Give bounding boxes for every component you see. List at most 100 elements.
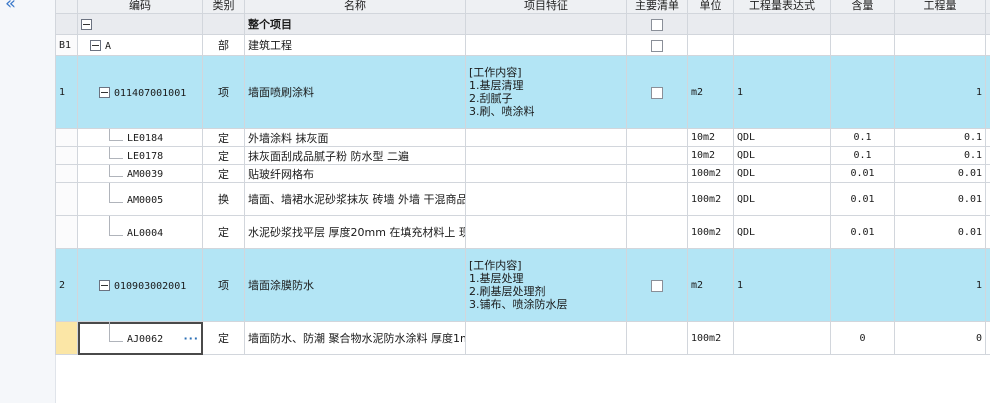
expr-header[interactable]: 工程量表达式: [733, 0, 831, 14]
name-cell[interactable]: 外墙涂料 抹灰面: [244, 128, 466, 147]
code-cell[interactable]: LE0178: [77, 146, 203, 165]
name-cell[interactable]: 整个项目: [244, 13, 466, 35]
feature-cell[interactable]: [465, 146, 627, 165]
collapse-icon[interactable]: [99, 87, 110, 98]
name-cell[interactable]: 墙面喷刷涂料: [244, 55, 466, 129]
expr-cell[interactable]: QDL: [733, 215, 831, 249]
unit-cell[interactable]: 100m2: [687, 164, 734, 183]
qty-cell[interactable]: 0.1: [894, 146, 986, 165]
expr-cell[interactable]: QDL: [733, 182, 831, 216]
table-row-item[interactable]: 1 011407001001 项 墙面喷刷涂料 [工作内容] 1.基层清理 2.…: [55, 55, 990, 129]
main-list-cell[interactable]: [626, 321, 688, 355]
content-cell[interactable]: 0.01: [830, 182, 895, 216]
collapse-icon[interactable]: [99, 280, 110, 291]
expr-cell[interactable]: [733, 13, 831, 35]
table-row-quota[interactable]: AL0004 定 水泥砂浆找平层 厚度20mm 在填充材料上 现拌 100m2 …: [55, 215, 990, 249]
table-row-root[interactable]: 整个项目: [55, 13, 990, 35]
main-list-checkbox[interactable]: [651, 39, 663, 52]
unit-cell[interactable]: [687, 13, 734, 35]
main-list-header[interactable]: 主要清单: [626, 0, 688, 14]
unit-cell[interactable]: 10m2: [687, 128, 734, 147]
name-cell[interactable]: 墙面、墙裙水泥砂浆抹灰 砖墙 外墙 干混商品砂浆: [244, 182, 466, 216]
feature-cell[interactable]: [工作内容] 1.基层处理 2.刷基层处理剂 3.铺布、喷涂防水层: [465, 248, 627, 322]
qty-cell[interactable]: 0.1: [894, 128, 986, 147]
content-cell[interactable]: 0.1: [830, 128, 895, 147]
content-cell[interactable]: [830, 248, 895, 322]
type-cell[interactable]: [202, 13, 245, 35]
type-cell[interactable]: 项: [202, 248, 245, 322]
expr-cell[interactable]: [733, 321, 831, 355]
double-chevron-left-icon[interactable]: «: [5, 0, 16, 13]
unit-cell[interactable]: m2: [687, 55, 734, 129]
expr-cell[interactable]: 1: [733, 55, 831, 129]
main-list-cell[interactable]: [626, 215, 688, 249]
unit-cell[interactable]: m2: [687, 248, 734, 322]
main-list-cell[interactable]: [626, 248, 688, 322]
name-cell[interactable]: 建筑工程: [244, 34, 466, 56]
expr-cell[interactable]: 1: [733, 248, 831, 322]
type-cell[interactable]: 定: [202, 128, 245, 147]
content-header[interactable]: 含量: [830, 0, 895, 14]
qty-cell[interactable]: 0.01: [894, 182, 986, 216]
code-cell[interactable]: [77, 13, 203, 35]
name-cell[interactable]: 墙面防水、防潮 聚合物水泥防水涂料 厚度1mm: [244, 321, 466, 355]
content-cell[interactable]: 0.01: [830, 215, 895, 249]
unit-cell[interactable]: 100m2: [687, 321, 734, 355]
code-cell[interactable]: AM0005: [77, 182, 203, 216]
code-cell[interactable]: 010903002001: [77, 248, 203, 322]
unit-cell[interactable]: 10m2: [687, 146, 734, 165]
content-cell[interactable]: 0.01: [830, 164, 895, 183]
name-header[interactable]: 名称: [244, 0, 466, 14]
main-list-cell[interactable]: [626, 146, 688, 165]
main-list-cell[interactable]: [626, 182, 688, 216]
type-cell[interactable]: 定: [202, 164, 245, 183]
qty-cell[interactable]: 0.01: [894, 215, 986, 249]
table-row-quota[interactable]: AM0039 定 贴玻纤网格布 100m2 QDL 0.01 0.01: [55, 164, 990, 183]
table-row-quota-active[interactable]: AJ0062 ··· 定 墙面防水、防潮 聚合物水泥防水涂料 厚度1mm 100m…: [55, 321, 990, 355]
table-row-section[interactable]: B1 A 部 建筑工程: [55, 34, 990, 56]
main-list-cell[interactable]: [626, 164, 688, 183]
qty-header[interactable]: 工程量: [894, 0, 986, 14]
unit-header[interactable]: 单位: [687, 0, 734, 14]
type-cell[interactable]: 定: [202, 321, 245, 355]
qty-cell[interactable]: 1: [894, 248, 986, 322]
main-list-checkbox[interactable]: [651, 18, 663, 31]
name-cell[interactable]: 贴玻纤网格布: [244, 164, 466, 183]
main-list-cell[interactable]: [626, 34, 688, 56]
main-list-checkbox[interactable]: [651, 86, 663, 99]
content-cell[interactable]: [830, 34, 895, 56]
content-cell[interactable]: 0.1: [830, 146, 895, 165]
type-cell[interactable]: 项: [202, 55, 245, 129]
collapse-icon[interactable]: [90, 40, 101, 51]
feature-header[interactable]: 项目特征: [465, 0, 627, 14]
unit-cell[interactable]: 100m2: [687, 182, 734, 216]
main-list-cell[interactable]: [626, 128, 688, 147]
qty-cell[interactable]: 1: [894, 55, 986, 129]
main-list-cell[interactable]: [626, 13, 688, 35]
code-cell[interactable]: AL0004: [77, 215, 203, 249]
code-header[interactable]: 编码: [77, 0, 203, 14]
code-cell[interactable]: LE0184: [77, 128, 203, 147]
code-cell[interactable]: AM0039: [77, 164, 203, 183]
feature-cell[interactable]: [465, 164, 627, 183]
table-row-quota[interactable]: LE0184 定 外墙涂料 抹灰面 10m2 QDL 0.1 0.1: [55, 128, 990, 147]
content-cell[interactable]: [830, 55, 895, 129]
table-row-item[interactable]: 2 010903002001 项 墙面涂膜防水 [工作内容] 1.基层处理 2.…: [55, 248, 990, 322]
main-list-cell[interactable]: [626, 55, 688, 129]
name-cell[interactable]: 墙面涂膜防水: [244, 248, 466, 322]
qty-cell[interactable]: 0.01: [894, 164, 986, 183]
more-options-icon[interactable]: ···: [183, 332, 199, 345]
type-header[interactable]: 类别: [202, 0, 245, 14]
qty-cell[interactable]: [894, 34, 986, 56]
qty-cell[interactable]: 0: [894, 321, 986, 355]
expr-cell[interactable]: QDL: [733, 146, 831, 165]
feature-cell[interactable]: [工作内容] 1.基层清理 2.刮腻子 3.刷、喷涂料: [465, 55, 627, 129]
expr-cell[interactable]: QDL: [733, 164, 831, 183]
feature-cell[interactable]: [465, 182, 627, 216]
expr-cell[interactable]: [733, 34, 831, 56]
type-cell[interactable]: 部: [202, 34, 245, 56]
content-cell[interactable]: 0: [830, 321, 895, 355]
expr-cell[interactable]: QDL: [733, 128, 831, 147]
feature-cell[interactable]: [465, 34, 627, 56]
code-cell[interactable]: 011407001001: [77, 55, 203, 129]
